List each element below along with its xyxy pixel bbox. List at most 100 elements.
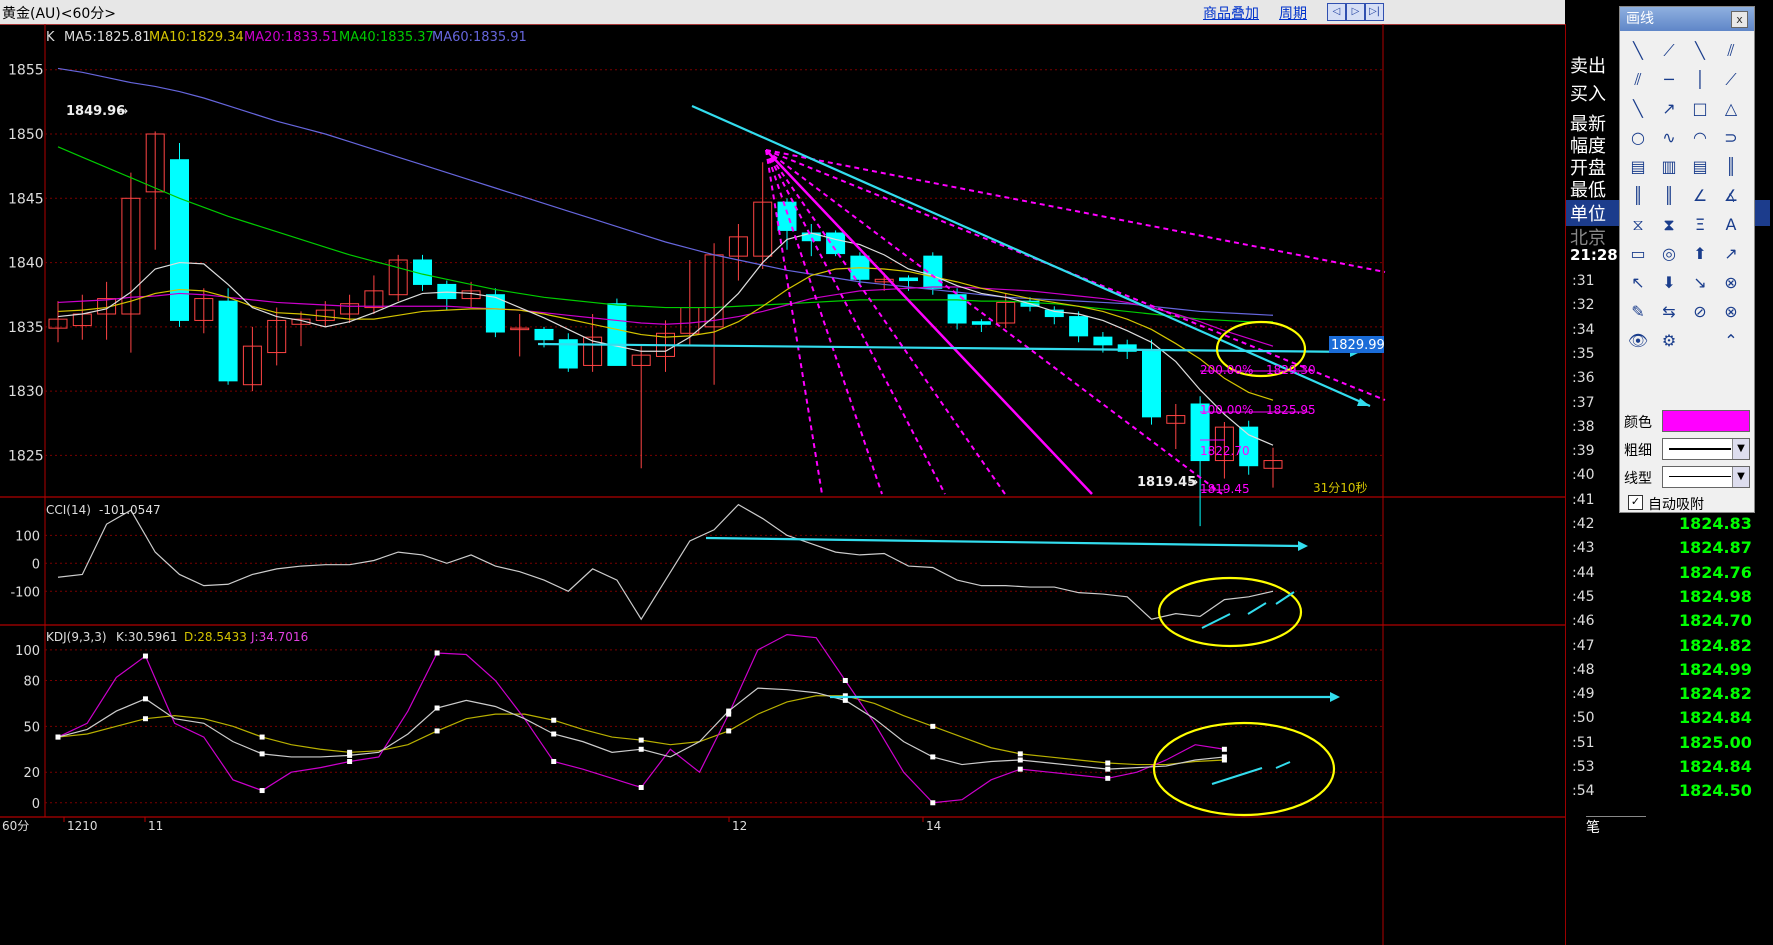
- kdj-marker: [434, 705, 440, 711]
- fib-label: 1819.45: [1200, 482, 1250, 496]
- draw-tool-21[interactable]: ║: [1655, 182, 1683, 210]
- fib-label: 100.00%: [1200, 403, 1253, 417]
- draw-tool-8[interactable]: ╲: [1624, 95, 1652, 123]
- kdj-title: KDJ(9,3,3): [46, 630, 107, 644]
- draw-tool-15[interactable]: ⊃: [1717, 124, 1745, 152]
- draw-tool-33[interactable]: ⬇: [1655, 269, 1683, 297]
- draw-tool-1[interactable]: ⟋: [1655, 37, 1683, 65]
- draw-tool-25[interactable]: ⧗: [1655, 211, 1683, 239]
- ma-label-4: MA60:1835.91: [432, 30, 527, 45]
- tick-price: 1824.76: [1679, 562, 1752, 582]
- color-label: 颜色: [1624, 415, 1652, 431]
- kdj-marker: [1105, 760, 1111, 766]
- draw-tool-19[interactable]: ║: [1717, 153, 1745, 181]
- close-icon[interactable]: x: [1731, 11, 1748, 28]
- draw-tool-23[interactable]: ∡: [1717, 182, 1745, 210]
- style-label: 线型: [1624, 471, 1652, 487]
- arrow-icon: [1357, 398, 1370, 406]
- chart-canvas[interactable]: 1855 1850 1845 1840 1835 1830 1825 K MA5:1825.81…: [0, 24, 1565, 945]
- y-tick-label: 1830: [8, 384, 44, 400]
- tick-time: :50: [1572, 710, 1595, 727]
- draw-tool-26[interactable]: Ξ: [1686, 211, 1714, 239]
- draw-tool-31[interactable]: ↗: [1717, 240, 1745, 268]
- kdj-marker: [551, 759, 557, 765]
- tick-price: 1824.98: [1679, 586, 1752, 606]
- draw-tool-40[interactable]: 👁: [1624, 327, 1652, 355]
- tick-time: :37: [1572, 394, 1595, 411]
- draw-tool-4[interactable]: ⫽: [1624, 66, 1652, 94]
- draw-tool-38[interactable]: ⊘: [1686, 298, 1714, 326]
- weight-select[interactable]: ▼: [1662, 438, 1750, 460]
- draw-tool-28[interactable]: ▭: [1624, 240, 1652, 268]
- tick-price: 1825.00: [1679, 732, 1752, 752]
- candle-body: [1069, 316, 1089, 337]
- draw-tool-2[interactable]: ╲: [1686, 37, 1714, 65]
- nav-end-button[interactable]: ▷|: [1365, 3, 1384, 21]
- fib-label: 200.00%: [1200, 363, 1253, 377]
- draw-tool-29[interactable]: ◎: [1655, 240, 1683, 268]
- tick-row: :48 1824.99: [1566, 659, 1773, 683]
- kdj-marker: [726, 711, 732, 717]
- arrow-icon: [1247, 602, 1267, 615]
- draw-tool-11[interactable]: △: [1717, 95, 1745, 123]
- draw-tool-30[interactable]: ⬆: [1686, 240, 1714, 268]
- draw-tool-43[interactable]: ⌃: [1717, 327, 1745, 355]
- kdj-marker: [842, 697, 848, 703]
- kdj-j-value: J:34.7016: [250, 630, 308, 644]
- draw-tool-14[interactable]: ◠: [1686, 124, 1714, 152]
- draw-tool-13[interactable]: ∿: [1655, 124, 1683, 152]
- draw-tool-35[interactable]: ⊗: [1717, 269, 1745, 297]
- draw-tool-3[interactable]: ⫽: [1717, 37, 1745, 65]
- ma-label-3: MA40:1835.37: [339, 30, 434, 45]
- draw-tool-0[interactable]: ╲: [1624, 37, 1652, 65]
- color-swatch[interactable]: [1662, 410, 1750, 432]
- x-axis-label: 12: [732, 819, 747, 833]
- draw-tool-37[interactable]: ⇆: [1655, 298, 1683, 326]
- draw-tool-16[interactable]: ▤: [1624, 153, 1652, 181]
- kdj-marker: [551, 731, 557, 737]
- candlestick-panel[interactable]: [48, 67, 1283, 527]
- draw-tool-24[interactable]: ⧖: [1624, 211, 1652, 239]
- style-select[interactable]: ▼: [1662, 466, 1750, 488]
- tick-footer-tab[interactable]: 笔: [1586, 816, 1646, 837]
- kdj-j-line: [57, 634, 1225, 804]
- nav-next-button[interactable]: ▷: [1346, 3, 1365, 21]
- draw-tool-5[interactable]: ─: [1655, 66, 1683, 94]
- price-tag-label: 1829.99: [1331, 338, 1385, 353]
- draw-tool-panel[interactable]: 画线 x ╲ ⟋ ╲ ⫽ ⫽ ─ │ ⟋ ╲ ↗ □ △ ○ ∿ ◠ ⊃ ▤ ▥ ▤ ║ ║ ║ ∠ ∡ ⧖ ⧗ Ξ A ▭ ◎ ⬆ ↗ ↖ ⬇ ↘…: [1619, 6, 1755, 513]
- draw-tool-10[interactable]: □: [1686, 95, 1714, 123]
- draw-tool-18[interactable]: ▤: [1686, 153, 1714, 181]
- draw-tool-32[interactable]: ↖: [1624, 269, 1652, 297]
- draw-tool-6[interactable]: │: [1686, 66, 1714, 94]
- draw-tool-34[interactable]: ↘: [1686, 269, 1714, 297]
- draw-tool-42[interactable]: [1686, 327, 1714, 355]
- draw-tool-22[interactable]: ∠: [1686, 182, 1714, 210]
- draw-tool-7[interactable]: ⟋: [1717, 66, 1745, 94]
- period-link[interactable]: 周期: [1279, 3, 1307, 23]
- kdj-marker: [347, 749, 353, 755]
- draw-tool-41[interactable]: ⚙: [1655, 327, 1683, 355]
- ma60-line: [57, 67, 1274, 316]
- countdown-label: 31分10秒: [1313, 481, 1368, 495]
- draw-tool-39[interactable]: ⊗: [1717, 298, 1745, 326]
- draw-tool-9[interactable]: ↗: [1655, 95, 1683, 123]
- snap-checkbox[interactable]: ✓: [1628, 495, 1643, 510]
- overlay-symbol-link[interactable]: 商品叠加: [1203, 3, 1259, 23]
- kdj-panel[interactable]: [55, 634, 1341, 817]
- kdj-marker: [259, 734, 265, 740]
- nav-prev-button[interactable]: ◁: [1327, 3, 1346, 21]
- tick-row: :43 1824.87: [1566, 537, 1773, 561]
- draw-tool-20[interactable]: ║: [1624, 182, 1652, 210]
- draw-tool-12[interactable]: ○: [1624, 124, 1652, 152]
- kdj-tick-label: 20: [23, 766, 40, 781]
- draw-tool-17[interactable]: ▥: [1655, 153, 1683, 181]
- fib-label: 1825.95: [1266, 403, 1316, 417]
- tick-price: 1824.99: [1679, 659, 1752, 679]
- draw-tool-27[interactable]: A: [1717, 211, 1745, 239]
- tick-time: :36: [1572, 370, 1595, 387]
- kdj-marker: [930, 800, 936, 806]
- candle-body: [971, 321, 991, 325]
- draw-tool-36[interactable]: ✎: [1624, 298, 1652, 326]
- kdj-tick-label: 100: [15, 644, 40, 659]
- candle-body: [218, 300, 238, 382]
